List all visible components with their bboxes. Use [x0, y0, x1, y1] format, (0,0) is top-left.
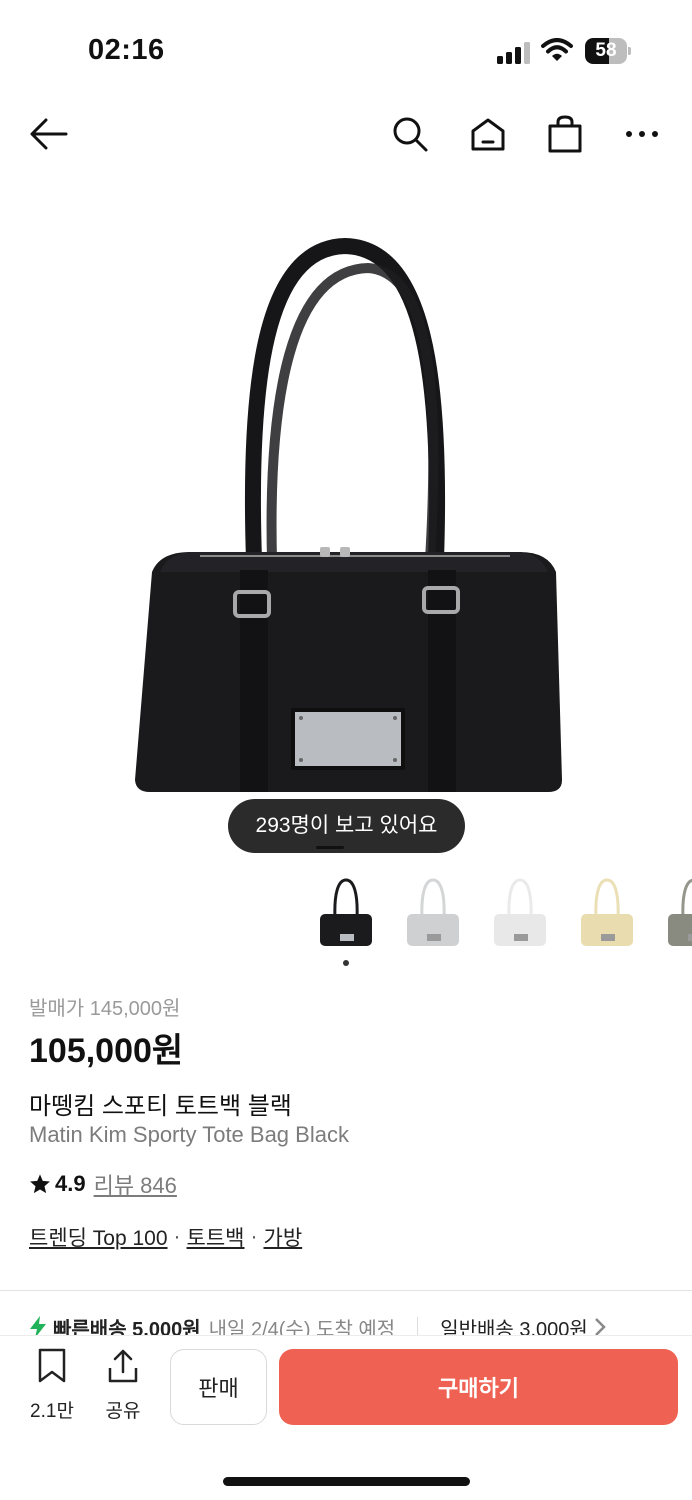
bag-thumbnail-image	[407, 878, 459, 946]
share-icon	[108, 1349, 138, 1383]
product-name-korean: 마뗑킴 스포티 토트백 블랙	[29, 1093, 292, 1120]
search-button[interactable]	[388, 112, 432, 156]
color-thumbnails	[310, 872, 692, 952]
bag-thumbnail-image	[494, 878, 546, 946]
original-price: 발매가 145,000원	[29, 998, 181, 1020]
category-separator: ·	[173, 1225, 181, 1248]
selected-thumbnail-dot	[343, 960, 349, 966]
share-button[interactable]: 공유	[93, 1348, 153, 1423]
status-bar: 02:16 58	[0, 0, 692, 100]
top-nav	[0, 100, 692, 170]
status-time: 02:16	[88, 34, 165, 66]
thumbnail-olive-grey[interactable]	[658, 872, 692, 952]
home-indicator	[223, 1477, 470, 1486]
current-price: 105,000원	[29, 1032, 184, 1070]
bookmark-icon	[38, 1348, 66, 1383]
more-horizontal-icon	[626, 131, 658, 137]
wifi-icon	[541, 38, 573, 61]
category-link-trending[interactable]: 트렌딩 Top 100	[29, 1222, 168, 1252]
share-label: 공유	[105, 1401, 141, 1422]
more-button[interactable]	[620, 112, 664, 156]
tote-bag-image	[135, 237, 562, 792]
product-name-english: Matin Kim Sporty Tote Bag Black	[29, 1122, 349, 1147]
viewers-badge: 293명이 보고 있어요	[228, 799, 465, 853]
section-divider	[0, 1290, 692, 1291]
shopping-bag-icon	[548, 115, 582, 153]
arrow-left-icon	[30, 118, 68, 150]
review-link[interactable]: 리뷰 846	[94, 1168, 177, 1200]
image-pager-indicator	[316, 846, 344, 849]
thumbnail-white[interactable]	[484, 872, 556, 952]
bottom-action-bar: 2.1만 공유 판매 구매하기	[0, 1336, 692, 1500]
search-icon	[393, 117, 428, 152]
thumbnail-black[interactable]	[310, 872, 382, 952]
shipping-divider	[417, 1317, 419, 1337]
bag-thumbnail-image	[320, 878, 372, 946]
rating-score: 4.9	[55, 1171, 86, 1196]
back-button[interactable]	[26, 112, 70, 156]
wishlist-count: 2.1만	[30, 1401, 74, 1422]
battery-icon: 58	[585, 38, 631, 64]
cellular-signal-icon	[497, 42, 530, 64]
category-link-bag[interactable]: 가방	[264, 1222, 303, 1252]
home-icon	[471, 118, 505, 151]
lightning-icon	[30, 1316, 46, 1338]
product-image[interactable]	[0, 200, 692, 860]
thumbnail-butter[interactable]	[571, 872, 643, 952]
category-link-tote[interactable]: 토트백	[187, 1222, 245, 1252]
star-icon	[30, 1174, 50, 1194]
wishlist-button[interactable]: 2.1만	[22, 1348, 82, 1423]
bag-thumbnail-image	[581, 878, 633, 946]
sell-button[interactable]: 판매	[170, 1349, 267, 1425]
battery-level: 58	[595, 40, 617, 61]
buy-button[interactable]: 구매하기	[279, 1349, 678, 1425]
chevron-right-icon	[594, 1318, 606, 1336]
home-button[interactable]	[466, 112, 510, 156]
bag-thumbnail-image	[668, 878, 692, 946]
category-links: 트렌딩 Top 100 · 토트백 · 가방	[29, 1222, 302, 1252]
cart-button[interactable]	[543, 112, 587, 156]
thumbnail-light-grey[interactable]	[397, 872, 469, 952]
category-separator: ·	[250, 1225, 258, 1248]
rating-row: 4.9 리뷰 846	[29, 1169, 177, 1199]
